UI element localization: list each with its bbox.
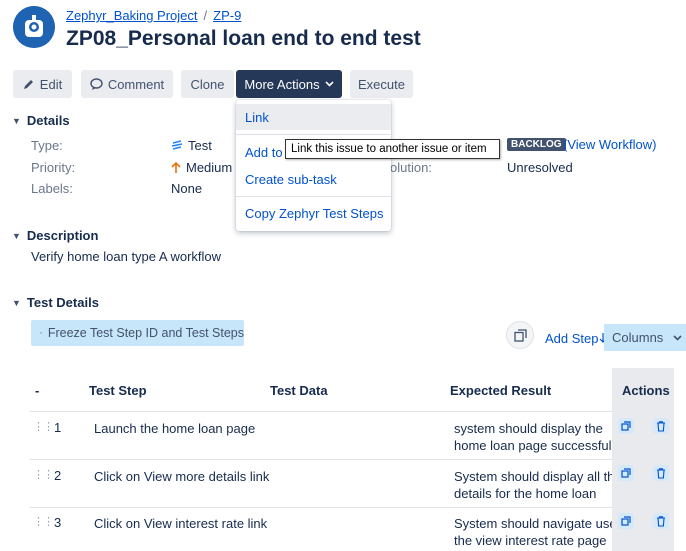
expected-result-line-2[interactable]: the view interest rate page bbox=[454, 532, 612, 549]
expected-result-line-2[interactable]: details for the home loan bbox=[454, 485, 612, 502]
test-type-icon bbox=[171, 140, 183, 150]
chevron-down-icon bbox=[673, 334, 682, 341]
resolution-label: olution: bbox=[390, 160, 432, 175]
delete-step-button[interactable] bbox=[653, 465, 669, 481]
row-divider bbox=[30, 459, 612, 460]
collapse-caret-icon: ▼ bbox=[12, 115, 21, 126]
priority-arrow-up-icon bbox=[171, 161, 181, 173]
clone-step-button[interactable] bbox=[618, 513, 634, 529]
drag-handle-icon[interactable]: ⋮⋮ bbox=[33, 515, 54, 528]
priority-value-text: Medium bbox=[186, 160, 233, 175]
expected-result-line-1[interactable]: System should display all the bbox=[454, 468, 612, 485]
drag-handle-icon[interactable]: ⋮⋮ bbox=[33, 468, 54, 481]
execute-button-label: Execute bbox=[358, 76, 405, 92]
delete-step-button[interactable] bbox=[653, 418, 669, 434]
collapse-caret-icon: ▼ bbox=[12, 230, 21, 241]
trash-icon bbox=[657, 515, 665, 527]
details-section-header[interactable]: ▼ Details bbox=[12, 113, 70, 128]
delete-step-button[interactable] bbox=[653, 513, 669, 529]
test-step-cell[interactable]: Click on View more details link bbox=[94, 468, 269, 485]
copy-steps-button[interactable] bbox=[506, 321, 534, 349]
menu-item-link[interactable]: Link bbox=[236, 104, 391, 130]
breadcrumb-issue-key[interactable]: ZP-9 bbox=[213, 8, 241, 23]
clone-button[interactable]: Clone bbox=[181, 70, 234, 98]
details-heading: Details bbox=[26, 113, 70, 128]
test-details-section-header[interactable]: ▼ Test Details bbox=[12, 295, 99, 310]
clone-step-button[interactable] bbox=[618, 418, 634, 434]
description-text: Verify home loan type A workflow bbox=[31, 249, 222, 264]
row-number: 2 bbox=[54, 468, 62, 483]
pin-icon bbox=[40, 332, 42, 334]
freeze-test-steps-button[interactable]: Freeze Test Step ID and Test Steps bbox=[31, 320, 244, 346]
copy-icon bbox=[513, 328, 527, 342]
project-avatar-icon bbox=[13, 6, 55, 48]
clone-button-label: Clone bbox=[190, 76, 225, 92]
clone-step-icon bbox=[621, 516, 631, 526]
execute-button[interactable]: Execute bbox=[350, 70, 413, 98]
breadcrumb-separator: / bbox=[203, 8, 208, 23]
resolution-value: Unresolved bbox=[507, 160, 573, 175]
type-value-text: Test bbox=[188, 138, 212, 153]
expected-result-line-1[interactable]: system should display the bbox=[454, 420, 612, 437]
breadcrumb-project-link[interactable]: Zephyr_Baking Project bbox=[66, 8, 198, 23]
link-tooltip: Link this issue to another issue or item bbox=[285, 139, 500, 159]
columns-button-label: Columns bbox=[612, 330, 664, 345]
project-avatar[interactable] bbox=[13, 6, 55, 48]
expected-result-line-2[interactable]: home loan page successfully bbox=[454, 437, 612, 454]
clone-step-icon bbox=[621, 421, 631, 431]
trash-icon bbox=[657, 420, 665, 432]
clone-step-button[interactable] bbox=[618, 465, 634, 481]
priority-label: Priority: bbox=[31, 160, 76, 175]
column-header-test-step[interactable]: Test Step bbox=[89, 383, 147, 398]
comment-button-label: Comment bbox=[107, 76, 165, 92]
labels-label: Labels: bbox=[31, 181, 73, 196]
add-step-label: Add Step bbox=[545, 331, 599, 346]
trash-icon bbox=[657, 467, 665, 479]
description-section-header[interactable]: ▼ Description bbox=[12, 228, 98, 243]
more-actions-label: More Actions bbox=[244, 76, 320, 92]
column-header-expected-result[interactable]: Expected Result bbox=[450, 383, 551, 398]
view-workflow-link[interactable]: View Workflow bbox=[567, 137, 652, 152]
add-step-link[interactable]: Add Step bbox=[545, 331, 607, 346]
test-step-cell[interactable]: Launch the home loan page bbox=[94, 420, 255, 437]
drag-handle-icon[interactable]: ⋮⋮ bbox=[33, 420, 54, 433]
comment-icon bbox=[90, 78, 103, 90]
labels-value: None bbox=[171, 181, 203, 196]
columns-button[interactable]: Columns bbox=[604, 324, 686, 351]
breadcrumb: Zephyr_Baking Project / ZP-9 bbox=[66, 8, 241, 23]
view-workflow: (View Workflow) bbox=[563, 137, 656, 152]
freeze-button-label: Freeze Test Step ID and Test Steps bbox=[47, 326, 244, 340]
row-divider bbox=[30, 411, 612, 412]
expected-result-line-1[interactable]: System should navigate use bbox=[454, 515, 612, 532]
pencil-icon bbox=[23, 80, 33, 89]
view-workflow-close: ) bbox=[652, 137, 657, 152]
column-header-index: - bbox=[35, 383, 40, 398]
priority-value: Medium bbox=[171, 160, 232, 175]
type-label: Type: bbox=[31, 138, 63, 153]
edit-button-label: Edit bbox=[39, 76, 63, 92]
test-details-heading: Test Details bbox=[26, 295, 99, 310]
chevron-down-icon bbox=[325, 81, 334, 87]
row-divider bbox=[30, 507, 612, 508]
menu-item-copy-zephyr-test-steps[interactable]: Copy Zephyr Test Steps bbox=[236, 200, 391, 226]
menu-divider bbox=[236, 196, 391, 197]
column-header-actions: Actions bbox=[622, 383, 670, 398]
more-actions-menu: Link Add to Create sub-task Copy Zephyr … bbox=[236, 100, 391, 231]
collapse-caret-icon: ▼ bbox=[12, 297, 21, 308]
row-number: 3 bbox=[54, 515, 62, 530]
menu-divider bbox=[236, 134, 391, 135]
more-actions-button[interactable]: More Actions bbox=[236, 70, 342, 98]
page-title: ZP08_Personal loan end to end test bbox=[66, 27, 421, 50]
type-value: Test bbox=[171, 138, 212, 153]
edit-button[interactable]: Edit bbox=[13, 70, 72, 98]
row-number: 1 bbox=[54, 420, 62, 435]
comment-button[interactable]: Comment bbox=[81, 70, 173, 98]
menu-item-create-sub-task[interactable]: Create sub-task bbox=[236, 166, 391, 192]
description-heading: Description bbox=[26, 228, 99, 243]
clone-step-icon bbox=[621, 468, 631, 478]
status-badge: BACKLOG bbox=[507, 138, 566, 151]
test-step-cell[interactable]: Click on View interest rate link bbox=[94, 515, 267, 532]
column-header-test-data[interactable]: Test Data bbox=[270, 383, 328, 398]
